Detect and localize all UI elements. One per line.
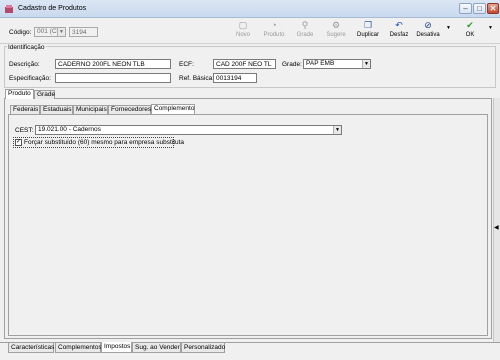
ok-label: OK bbox=[465, 32, 475, 38]
especificacao-input[interactable] bbox=[55, 73, 171, 83]
minimize-button[interactable]: – bbox=[459, 3, 472, 14]
cest-label: CEST: bbox=[15, 127, 34, 134]
descricao-label: Descrição: bbox=[9, 61, 40, 68]
desativa-button[interactable]: ⊘ Desativa bbox=[413, 20, 443, 43]
tab-caracteristicas-label: Características bbox=[11, 344, 55, 351]
identificacao-legend: Identificação bbox=[7, 44, 46, 51]
tab-impostos[interactable]: Impostos bbox=[101, 342, 132, 353]
grade-button[interactable]: ⚲ Grade bbox=[290, 20, 320, 43]
tab-fornecedores-label: Fornecedores bbox=[111, 106, 152, 113]
tab-sug-ao-vender-label: Sug. ao Vender bbox=[135, 344, 180, 351]
sugere-label: Sugere bbox=[326, 32, 346, 38]
check-icon: ✔ bbox=[466, 20, 474, 30]
undo-icon: ↶ bbox=[395, 20, 403, 30]
cest-select[interactable]: 19.021.00 - Cadernos ▼ bbox=[35, 125, 342, 135]
tab-produto-label: Produto bbox=[8, 90, 31, 97]
tab-fornecedores[interactable]: Fornecedores bbox=[108, 105, 151, 114]
chevron-down-icon[interactable]: ▼ bbox=[333, 126, 341, 134]
duplicar-label: Duplicar bbox=[356, 32, 379, 38]
tab-produto[interactable]: Produto bbox=[5, 89, 34, 99]
tab-estaduais-label: Estaduais bbox=[43, 106, 72, 113]
especificacao-label: Especificação: bbox=[9, 75, 51, 82]
close-button[interactable]: ✕ bbox=[487, 3, 499, 14]
tab-complementos-label: Complementos bbox=[58, 344, 102, 351]
codigo-company-combo[interactable]: 001 (Cl ▼ bbox=[34, 27, 66, 37]
tab-grade[interactable]: Grade bbox=[34, 90, 55, 99]
ecf-label: ECF: bbox=[179, 61, 194, 68]
app-icon bbox=[5, 5, 13, 13]
desativa-label: Desativa bbox=[416, 32, 440, 38]
tab-complemento[interactable]: Complemento bbox=[151, 104, 195, 114]
tab-impostos-label: Impostos bbox=[104, 343, 131, 350]
tab-grade-label: Grade bbox=[37, 91, 56, 98]
new-icon: ▢ bbox=[238, 20, 248, 30]
tab-estaduais[interactable]: Estaduais bbox=[40, 105, 73, 114]
ref-basica-label: Ref. Básica: bbox=[179, 75, 215, 82]
product-icon: ◔ bbox=[271, 20, 277, 30]
novo-button[interactable]: ▢ Novo bbox=[228, 20, 258, 43]
produto-button[interactable]: ◔ Produto bbox=[259, 20, 289, 43]
check-mark-icon: ✓ bbox=[16, 139, 22, 145]
caret-left-icon[interactable]: ◀ bbox=[494, 224, 499, 231]
codigo-label: Código: bbox=[9, 29, 32, 36]
grade-label: Grade: bbox=[282, 61, 302, 68]
novo-label: Novo bbox=[235, 32, 250, 38]
duplicate-icon: ❐ bbox=[363, 20, 373, 30]
tab-municipais[interactable]: Municipais bbox=[73, 105, 108, 114]
ecf-input[interactable] bbox=[213, 59, 276, 69]
chevron-down-icon[interactable]: ▼ bbox=[362, 60, 370, 68]
right-collapse-bar[interactable] bbox=[493, 98, 500, 342]
ok-dropdown-icon[interactable]: ▼ bbox=[488, 25, 493, 31]
forcar-substituido-checkbox[interactable]: ✓ bbox=[15, 139, 22, 146]
grade-select-value: PAP EMB bbox=[306, 60, 335, 67]
cest-select-value: 19.021.00 - Cadernos bbox=[38, 126, 101, 133]
grade-label: Grade bbox=[296, 32, 314, 38]
codigo-input[interactable] bbox=[69, 27, 98, 37]
grade-select[interactable]: PAP EMB ▼ bbox=[303, 59, 371, 69]
descricao-input[interactable] bbox=[55, 59, 171, 69]
sugere-button[interactable]: ⚙ Sugere bbox=[321, 20, 351, 43]
desfaz-button[interactable]: ↶ Desfaz bbox=[384, 20, 414, 43]
tab-municipais-label: Municipais bbox=[76, 106, 107, 113]
ref-basica-input[interactable] bbox=[213, 73, 257, 83]
forcar-substituido-label[interactable]: Forçar substituído (60) mesmo para empre… bbox=[24, 139, 184, 146]
ok-button[interactable]: ✔ OK bbox=[455, 20, 485, 43]
tab-caracteristicas[interactable]: Características bbox=[8, 343, 54, 353]
grid-icon: ⚲ bbox=[301, 20, 309, 30]
desfaz-label: Desfaz bbox=[389, 32, 409, 38]
window-title: Cadastro de Produtos bbox=[18, 5, 87, 12]
deactivate-icon: ⊘ bbox=[424, 20, 432, 30]
tab-complemento-label: Complemento bbox=[154, 105, 195, 112]
suggest-icon: ⚙ bbox=[331, 20, 341, 30]
tab-federais[interactable]: Federais bbox=[10, 105, 40, 114]
tab-sug-ao-vender[interactable]: Sug. ao Vender bbox=[132, 343, 181, 353]
desativa-dropdown-icon[interactable]: ▼ bbox=[446, 25, 451, 31]
tab-federais-label: Federais bbox=[13, 106, 39, 113]
codigo-company-value: 001 (Cl bbox=[37, 28, 58, 35]
tab-personalizado[interactable]: Personalizado bbox=[181, 343, 225, 353]
maximize-button[interactable]: □ bbox=[473, 3, 486, 14]
chevron-down-icon[interactable]: ▼ bbox=[57, 28, 65, 36]
tab-personalizado-label: Personalizado bbox=[184, 344, 226, 351]
tab-complementos[interactable]: Complementos bbox=[55, 343, 102, 353]
duplicar-button[interactable]: ❐ Duplicar bbox=[353, 20, 383, 43]
produto-label: Produto bbox=[263, 32, 285, 38]
